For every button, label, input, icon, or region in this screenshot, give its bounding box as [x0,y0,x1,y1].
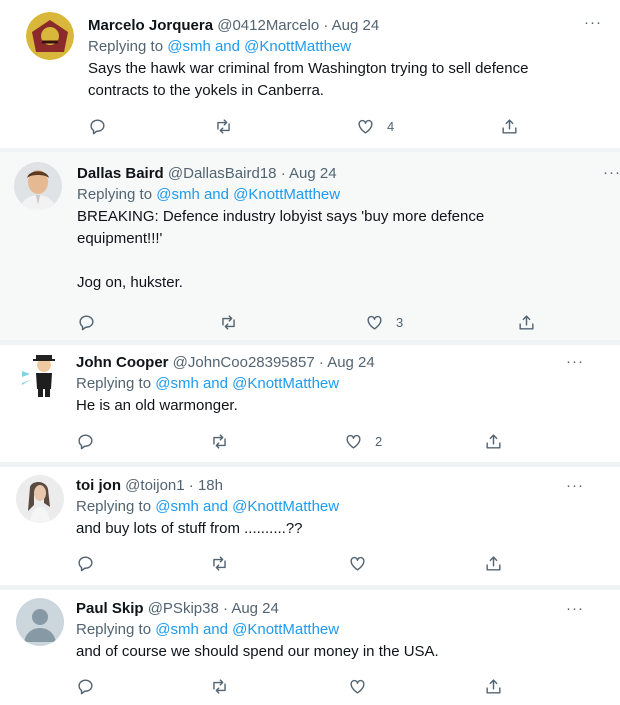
timestamp[interactable]: · 18h [189,477,223,494]
retweet-button[interactable] [210,429,229,453]
share-icon [486,555,501,571]
reply-button[interactable] [76,429,95,453]
handle[interactable]: @DallasBaird18 [168,165,277,182]
retweet-button[interactable] [214,114,233,138]
retweet-icon [213,555,226,571]
reply-button[interactable] [88,114,107,138]
like-icon [367,315,382,330]
avatar-image [14,162,62,210]
like-count: 3 [396,314,404,330]
mention-links[interactable]: @smh and @KnottMatthew [167,38,351,55]
tweet-header: John Cooper @JohnCoo28395857 · Aug 24 [76,353,576,373]
share-button[interactable] [484,429,503,453]
share-button[interactable] [484,551,503,575]
avatar-image [16,475,64,523]
replying-to-label: Replying to [76,498,152,515]
reply-icon [90,118,105,134]
tweet-text: and of course we should spend our money … [76,643,439,660]
replying-to-label: Replying to [76,621,152,638]
reply-button[interactable] [76,551,95,575]
tweet-text: Says the hawk war criminal from Washingt… [88,60,529,99]
replying-to: Replying to @smh and @KnottMatthew [77,184,597,206]
mention-links[interactable]: @smh and @KnottMatthew [155,375,339,392]
retweet-button[interactable] [210,551,229,575]
tweet[interactable]: ··· Paul Skip @PSkip38 · Aug 24 Replying… [0,590,620,705]
display-name[interactable]: Paul Skip [76,600,144,617]
retweet-button[interactable] [219,310,238,334]
handle[interactable]: @0412Marcelo [217,17,319,34]
like-count: 4 [387,118,395,134]
tweet-text: BREAKING: Defence industry lobyist says … [77,208,485,291]
more-icon[interactable]: ··· [603,164,620,181]
share-button[interactable] [484,674,503,698]
like-icon [346,434,361,449]
display-name[interactable]: Dallas Baird [77,165,164,182]
like-button[interactable] [348,674,367,698]
like-button[interactable]: 3 [365,310,403,334]
tweet-header: Marcelo Jorquera @0412Marcelo · Aug 24 [88,16,608,36]
avatar-image [26,12,74,60]
share-button[interactable] [500,114,519,138]
like-count: 2 [375,433,383,449]
avatar[interactable] [16,475,64,523]
reply-button[interactable] [76,674,95,698]
share-button[interactable] [517,310,536,334]
replying-to: Replying to @smh and @KnottMatthew [76,496,576,518]
mention-links[interactable]: @smh and @KnottMatthew [156,186,340,203]
replying-to: Replying to @smh and @KnottMatthew [76,373,576,395]
reply-button[interactable] [77,310,96,334]
tweet-header: Dallas Baird @DallasBaird18 · Aug 24 [77,164,597,184]
retweet-icon [217,118,230,134]
timestamp[interactable]: · Aug 24 [323,17,379,34]
avatar[interactable] [16,351,64,399]
display-name[interactable]: John Cooper [76,354,169,371]
like-button[interactable]: 4 [356,114,394,138]
tweet-text: and buy lots of stuff from ..........?? [76,520,303,537]
mention-links[interactable]: @smh and @KnottMatthew [155,621,339,638]
reply-icon [78,433,93,449]
tweet[interactable]: ··· toi jon @toijon1 · 18h Replying to @… [0,467,620,585]
like-button[interactable] [348,551,367,575]
tweet[interactable]: ··· Dallas Baird @DallasBaird18 · Aug 24… [0,152,620,340]
display-name[interactable]: Marcelo Jorquera [88,17,213,34]
avatar-image [22,355,55,397]
tweet-text: He is an old warmonger. [76,397,238,414]
share-icon [486,678,501,694]
retweet-icon [213,433,226,449]
avatar[interactable] [14,162,62,210]
timestamp[interactable]: · Aug 24 [281,165,337,182]
avatar[interactable] [16,598,64,646]
tweet-header: Paul Skip @PSkip38 · Aug 24 [76,599,576,619]
avatar[interactable] [26,12,74,60]
handle[interactable]: @JohnCoo28395857 [173,354,315,371]
replying-to-label: Replying to [76,375,152,392]
timestamp[interactable]: · Aug 24 [319,354,375,371]
reply-icon [78,678,93,694]
reply-icon [78,555,93,571]
share-icon [519,314,534,330]
share-icon [486,433,501,449]
like-icon [358,119,373,134]
replying-to: Replying to @smh and @KnottMatthew [76,619,576,641]
mention-links[interactable]: @smh and @KnottMatthew [155,498,339,515]
retweet-icon [213,678,226,694]
replying-to-label: Replying to [88,38,164,55]
display-name[interactable]: toi jon [76,477,121,494]
retweet-button[interactable] [210,674,229,698]
like-icon [350,679,365,694]
like-button[interactable]: 2 [344,429,382,453]
reply-icon [79,314,94,330]
share-icon [502,118,517,134]
handle[interactable]: @toijon1 [125,477,184,494]
tweet[interactable]: ··· Marcelo Jorquera @0412Marcelo · Aug … [22,0,618,148]
timestamp[interactable]: · Aug 24 [223,600,279,617]
tweet[interactable]: ··· John Cooper @JohnCoo28395857 · Aug 2… [0,345,620,462]
tweet-header: toi jon @toijon1 · 18h [76,476,576,496]
replying-to-label: Replying to [77,186,153,203]
handle[interactable]: @PSkip38 [148,600,219,617]
replying-to: Replying to @smh and @KnottMatthew [88,36,608,58]
like-icon [350,556,365,571]
default-avatar-icon [16,598,64,646]
retweet-icon [222,314,235,330]
